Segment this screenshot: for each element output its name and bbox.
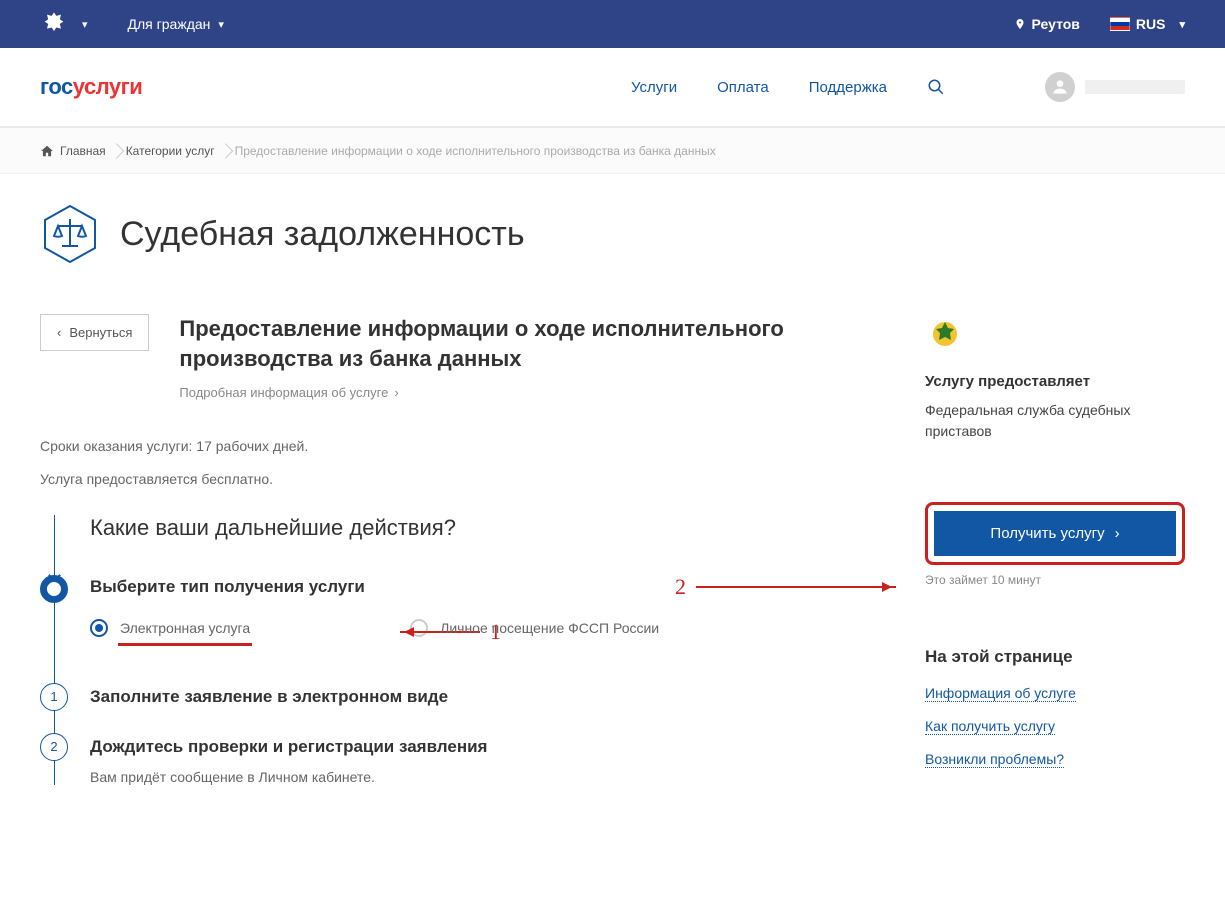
- timeline-bullet-current: [40, 575, 68, 603]
- steps-timeline: Какие ваши дальнейшие действия? Выберите…: [40, 515, 885, 785]
- breadcrumb-categories[interactable]: Категории услуг: [126, 144, 235, 158]
- logo-part-uslugi: услуги: [73, 74, 143, 99]
- site-logo[interactable]: госуслуги: [40, 74, 142, 100]
- nav-bar: госуслуги Услуги Оплата Поддержка: [0, 48, 1225, 128]
- user-name-redacted: [1085, 80, 1185, 94]
- breadcrumb-home[interactable]: Главная: [40, 144, 126, 158]
- nav-link-support[interactable]: Поддержка: [809, 79, 887, 96]
- anchor-link-howto[interactable]: Как получить услугу: [925, 718, 1055, 735]
- chevron-right-icon: ›: [1115, 525, 1120, 542]
- breadcrumb-home-label: Главная: [60, 144, 106, 158]
- nav-link-payment[interactable]: Оплата: [717, 79, 769, 96]
- annotation-box-2: Получить услугу ›: [925, 502, 1185, 565]
- back-button[interactable]: ‹ Вернуться: [40, 314, 149, 351]
- avatar-icon: [1045, 72, 1075, 102]
- timeline-bullet-1: 1: [40, 683, 68, 711]
- service-title: Предоставление информации о ходе исполни…: [179, 314, 885, 373]
- radio-unselected-icon: [410, 619, 428, 637]
- radio-selected-icon: [90, 619, 108, 637]
- chevron-right-icon: ›: [394, 385, 398, 400]
- service-terms: Сроки оказания услуги: 17 рабочих дней.: [40, 430, 885, 462]
- cta-label: Получить услугу: [990, 525, 1104, 542]
- radio-visit-label: Личное посещение ФССП России: [440, 620, 659, 636]
- breadcrumb: Главная Категории услуг Предоставление и…: [0, 128, 1225, 174]
- audience-dropdown[interactable]: Для граждан ▾: [128, 16, 224, 32]
- step-choose-type: Выберите тип получения услуги: [90, 577, 885, 597]
- search-icon[interactable]: [927, 78, 945, 96]
- page-header: Судебная задолженность: [40, 204, 1185, 264]
- location-selector[interactable]: Реутов: [1014, 16, 1080, 32]
- top-bar: ▾ Для граждан ▾ Реутов RUS ▾: [0, 0, 1225, 48]
- annotation-underline: [118, 643, 252, 646]
- step-wait-sub: Вам придёт сообщение в Личном кабинете.: [90, 769, 885, 785]
- cta-time-note: Это займет 10 минут: [925, 573, 1185, 587]
- page-title: Судебная задолженность: [120, 215, 525, 254]
- service-cost: Услуга предоставляется бесплатно.: [40, 463, 885, 495]
- anchor-link-info[interactable]: Информация об услуге: [925, 685, 1076, 702]
- gov-emblem-dropdown[interactable]: ▾: [40, 10, 88, 38]
- provider-emblem-icon: [925, 314, 965, 354]
- emblem-icon: [40, 10, 68, 38]
- category-hexagon-icon: [40, 204, 100, 264]
- logo-part-gos: гос: [40, 74, 73, 99]
- nav-link-services[interactable]: Услуги: [631, 79, 677, 96]
- language-label: RUS: [1136, 16, 1166, 32]
- breadcrumb-categories-label: Категории услуг: [126, 144, 215, 158]
- back-button-label: Вернуться: [69, 325, 132, 340]
- anchor-link-problems[interactable]: Возникли проблемы?: [925, 751, 1064, 768]
- location-pin-icon: [1014, 16, 1026, 32]
- location-label: Реутов: [1032, 16, 1080, 32]
- timeline-question: Какие ваши дальнейшие действия?: [90, 515, 885, 541]
- chevron-left-icon: ‹: [57, 325, 61, 340]
- breadcrumb-current: Предоставление информации о ходе исполни…: [235, 144, 736, 158]
- step-wait-verification: Дождитесь проверки и регистрации заявлен…: [90, 737, 885, 757]
- provider-heading: Услугу предоставляет: [925, 373, 1185, 390]
- audience-label: Для граждан: [128, 16, 211, 32]
- chevron-down-icon: ▾: [1179, 18, 1185, 31]
- flag-ru-icon: [1110, 17, 1130, 31]
- radio-in-person-visit[interactable]: Личное посещение ФССП России: [410, 619, 659, 637]
- radio-electronic-service[interactable]: Электронная услуга: [90, 619, 250, 637]
- on-this-page-heading: На этой странице: [925, 647, 1185, 667]
- service-details-link[interactable]: Подробная информация об услуге ›: [179, 385, 398, 400]
- service-meta: Сроки оказания услуги: 17 рабочих дней. …: [40, 430, 885, 494]
- chevron-down-icon: ▾: [82, 18, 88, 31]
- language-selector[interactable]: RUS ▾: [1110, 16, 1185, 32]
- chevron-down-icon: ▾: [218, 18, 224, 31]
- home-icon: [40, 144, 54, 158]
- radio-electronic-label: Электронная услуга: [120, 620, 250, 636]
- step-fill-application: Заполните заявление в электронном виде: [90, 687, 885, 707]
- user-menu[interactable]: [1045, 72, 1185, 102]
- timeline-bullet-2: 2: [40, 733, 68, 761]
- get-service-button[interactable]: Получить услугу ›: [934, 511, 1176, 556]
- provider-name: Федеральная служба судебных приставов: [925, 400, 1185, 442]
